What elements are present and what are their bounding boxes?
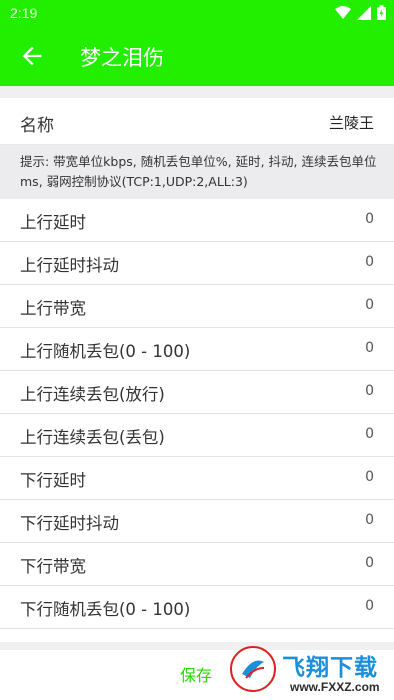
param-value[interactable]: 0: [365, 211, 374, 227]
back-arrow-icon[interactable]: [18, 42, 46, 70]
param-value[interactable]: 0: [365, 383, 374, 399]
battery-icon: [377, 5, 386, 20]
param-row[interactable]: 上行延时 0: [0, 199, 394, 242]
status-bar: 2:19: [0, 0, 394, 26]
watermark-logo-icon: [230, 646, 276, 692]
site-watermark: 飞翔下载 www.FXXZ.com: [228, 642, 394, 700]
param-row[interactable]: 上行带宽 0: [0, 285, 394, 328]
param-row[interactable]: 上行连续丢包(丢包) 0: [0, 414, 394, 457]
param-label: 上行连续丢包(丢包): [20, 428, 165, 447]
param-label: 下行延时抖动: [20, 514, 119, 533]
signal-icon: [357, 5, 371, 20]
app-bar: 梦之泪伤: [0, 26, 394, 86]
param-value[interactable]: 0: [365, 512, 374, 528]
settings-list[interactable]: 名称 兰陵王 提示: 带宽单位kbps, 随机丢包单位%, 延时, 抖动, 连续…: [0, 98, 394, 642]
name-value[interactable]: 兰陵王: [329, 112, 374, 133]
param-value[interactable]: 0: [365, 598, 374, 614]
param-row[interactable]: 下行延时 0: [0, 457, 394, 500]
param-row[interactable]: 下行随机丢包(0 - 100) 0: [0, 586, 394, 629]
param-label: 上行连续丢包(放行): [20, 385, 165, 404]
param-label: 上行延时: [20, 213, 86, 232]
param-row[interactable]: 上行随机丢包(0 - 100) 0: [0, 328, 394, 371]
param-label: 下行延时: [20, 471, 86, 490]
name-label: 名称: [20, 116, 54, 136]
hint-text: 提示: 带宽单位kbps, 随机丢包单位%, 延时, 抖动, 连续丢包单位ms,…: [0, 145, 394, 199]
param-row[interactable]: 上行连续丢包(放行) 0: [0, 371, 394, 414]
param-row[interactable]: 下行带宽 0: [0, 543, 394, 586]
param-value[interactable]: 0: [365, 340, 374, 356]
param-value[interactable]: 0: [365, 555, 374, 571]
param-label: 上行随机丢包(0 - 100): [20, 342, 191, 361]
param-value[interactable]: 0: [365, 254, 374, 270]
save-button[interactable]: 保存: [180, 662, 212, 686]
param-row[interactable]: 上行延时抖动 0: [0, 242, 394, 285]
status-time: 2:19: [10, 5, 38, 21]
status-icons: [335, 5, 386, 20]
param-label: 上行延时抖动: [20, 256, 119, 275]
param-label: 上行带宽: [20, 299, 86, 318]
param-value[interactable]: 0: [365, 426, 374, 442]
param-value[interactable]: 0: [365, 297, 374, 313]
param-label: 下行连续丢包(放行): [20, 639, 165, 642]
param-label: 下行随机丢包(0 - 100): [20, 600, 191, 619]
param-row[interactable]: 下行延时抖动 0: [0, 500, 394, 543]
param-label: 下行带宽: [20, 557, 86, 576]
name-row[interactable]: 名称 兰陵王: [0, 98, 394, 145]
param-value[interactable]: 0: [365, 469, 374, 485]
param-row[interactable]: 下行连续丢包(放行)0: [0, 629, 394, 642]
param-rows: 上行延时 0 上行延时抖动 0 上行带宽 0 上行随机丢包(0 - 100) 0 上行连续丢包(…: [0, 199, 394, 642]
watermark-text: 飞翔下载: [282, 655, 378, 681]
wifi-icon: [335, 5, 351, 19]
page-title: 梦之泪伤: [80, 46, 164, 70]
watermark-url: www.FXXZ.com: [290, 680, 380, 694]
